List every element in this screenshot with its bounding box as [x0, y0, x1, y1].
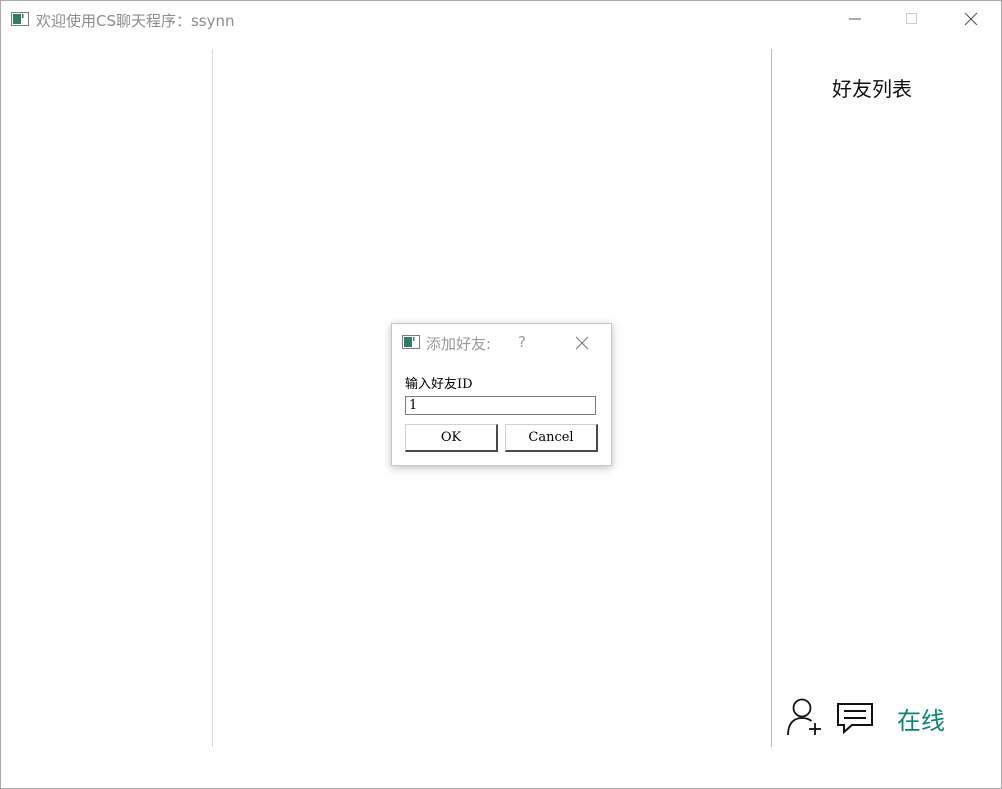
chat-icon[interactable] — [835, 701, 875, 735]
friend-list-title: 好友列表 — [832, 77, 912, 101]
add-friend-dialog: 添加好友: ? 输入好友ID OK Cancel — [391, 323, 612, 466]
online-status: 在线 — [897, 707, 945, 735]
left-panel-divider — [212, 49, 213, 747]
maximize-icon — [906, 13, 917, 24]
friend-id-input[interactable] — [405, 396, 596, 415]
close-button[interactable] — [948, 3, 994, 35]
dialog-title: 添加好友: — [426, 335, 492, 353]
dialog-close-button[interactable] — [568, 330, 596, 356]
close-icon — [575, 336, 589, 350]
add-user-icon[interactable] — [786, 697, 824, 737]
ok-button[interactable]: OK — [405, 424, 498, 452]
right-panel-divider — [771, 49, 772, 747]
close-icon — [964, 12, 978, 26]
app-window-icon — [11, 12, 29, 26]
maximize-button[interactable] — [889, 3, 935, 35]
cancel-button[interactable]: Cancel — [505, 424, 598, 452]
title-bar: 欢迎使用CS聊天程序：ssynn — [1, 1, 1001, 39]
help-button[interactable]: ? — [518, 333, 526, 351]
minimize-icon — [849, 18, 861, 20]
minimize-button[interactable] — [832, 3, 878, 35]
friend-id-label: 输入好友ID — [405, 377, 473, 392]
app-window-icon — [402, 335, 420, 349]
window-title: 欢迎使用CS聊天程序：ssynn — [36, 12, 235, 30]
